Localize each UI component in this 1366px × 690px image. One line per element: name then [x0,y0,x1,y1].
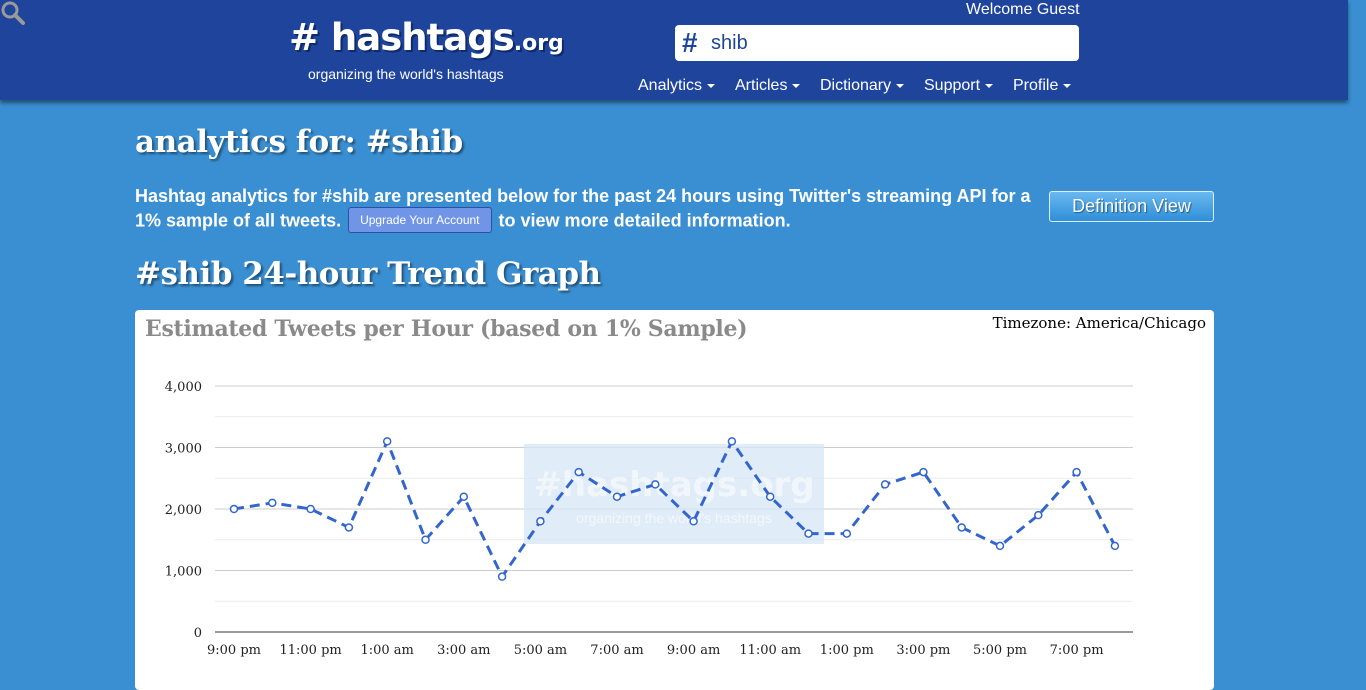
data-point [804,529,813,538]
data-point [689,517,698,526]
trend-chart: 0 1,000 2,000 3,000 4,000 9:00 pm 11:00 pm 1:00… [165,380,1133,658]
data-point [1110,541,1120,551]
chart-panel: Estimated Tweets per Hour (based on 1% S… [135,310,1214,690]
nav-articles[interactable]: Articles [735,77,801,95]
x-tick-label: 9:00 pm [207,643,261,658]
data-point [344,523,354,532]
data-point [306,504,315,514]
data-point [459,492,469,501]
data-point [765,492,775,501]
x-tick-label: 11:00 am [739,643,801,658]
x-tick-label: 1:00 pm [820,643,874,658]
data-point [497,572,507,581]
data-point [957,523,966,532]
y-tick-label: 4,000 [165,380,202,395]
data-point [727,437,737,446]
upgrade-account-button[interactable]: Upgrade Your Account [348,207,492,233]
x-tick-label: 5:00 am [514,643,567,658]
logo-tagline: organizing the world's hashtags [308,66,504,82]
x-tick-label: 3:00 am [437,643,490,658]
nav-dictionary[interactable]: Dictionary [820,77,905,95]
intro-text: Hashtag analytics for #shib are presente… [135,185,1035,236]
data-point [382,437,392,446]
data-point [536,517,545,526]
x-tick-label: 9:00 am [667,643,720,658]
data-point [1034,510,1043,520]
definition-view-button[interactable]: Definition View [1049,191,1214,222]
data-point [880,480,890,489]
data-point [919,467,928,477]
search-box[interactable]: # [675,25,1079,61]
nav-profile[interactable]: Profile [1013,77,1072,95]
data-point [229,504,239,514]
nav-support[interactable]: Support [924,77,994,95]
y-tick-label: 0 [194,626,202,641]
top-header: # hashtags.org organizing the world's ha… [0,0,1348,100]
trend-graph-title: #shib 24-hour Trend Graph [135,256,601,292]
watermark-tagline: organizing the world's hashtags [576,510,772,526]
data-point [1072,467,1081,477]
magnifier-icon[interactable] [0,0,26,26]
x-tick-label: 3:00 pm [896,643,950,658]
y-tick-label: 1,000 [165,565,202,580]
site-logo[interactable]: # hashtags.org organizing the world's ha… [289,14,564,84]
data-point [651,480,660,489]
x-tick-label: 7:00 am [590,643,643,658]
y-tick-label: 3,000 [165,442,202,457]
logo-text: # hashtags.org [289,16,564,59]
x-tick-label: 5:00 pm [973,643,1027,658]
data-point [995,541,1005,551]
data-point [574,467,583,477]
data-point [268,498,277,508]
chevron-down-icon [1063,83,1072,88]
welcome-text: Welcome Guest [966,1,1080,18]
hash-icon: # [682,27,698,58]
x-tick-label: 11:00 pm [279,643,341,658]
y-tick-label: 2,000 [165,503,202,518]
chevron-down-icon [985,83,994,88]
chevron-down-icon [896,83,905,88]
search-input[interactable] [711,29,1031,57]
nav-analytics[interactable]: Analytics [638,77,716,95]
data-point [842,529,852,538]
data-point [612,492,622,501]
x-tick-label: 7:00 pm [1050,643,1104,658]
x-tick-label: 1:00 am [360,643,413,658]
chevron-down-icon [707,83,716,88]
chevron-down-icon [792,83,801,88]
data-point [421,535,430,544]
page-title: analytics for: #shib [135,124,463,160]
